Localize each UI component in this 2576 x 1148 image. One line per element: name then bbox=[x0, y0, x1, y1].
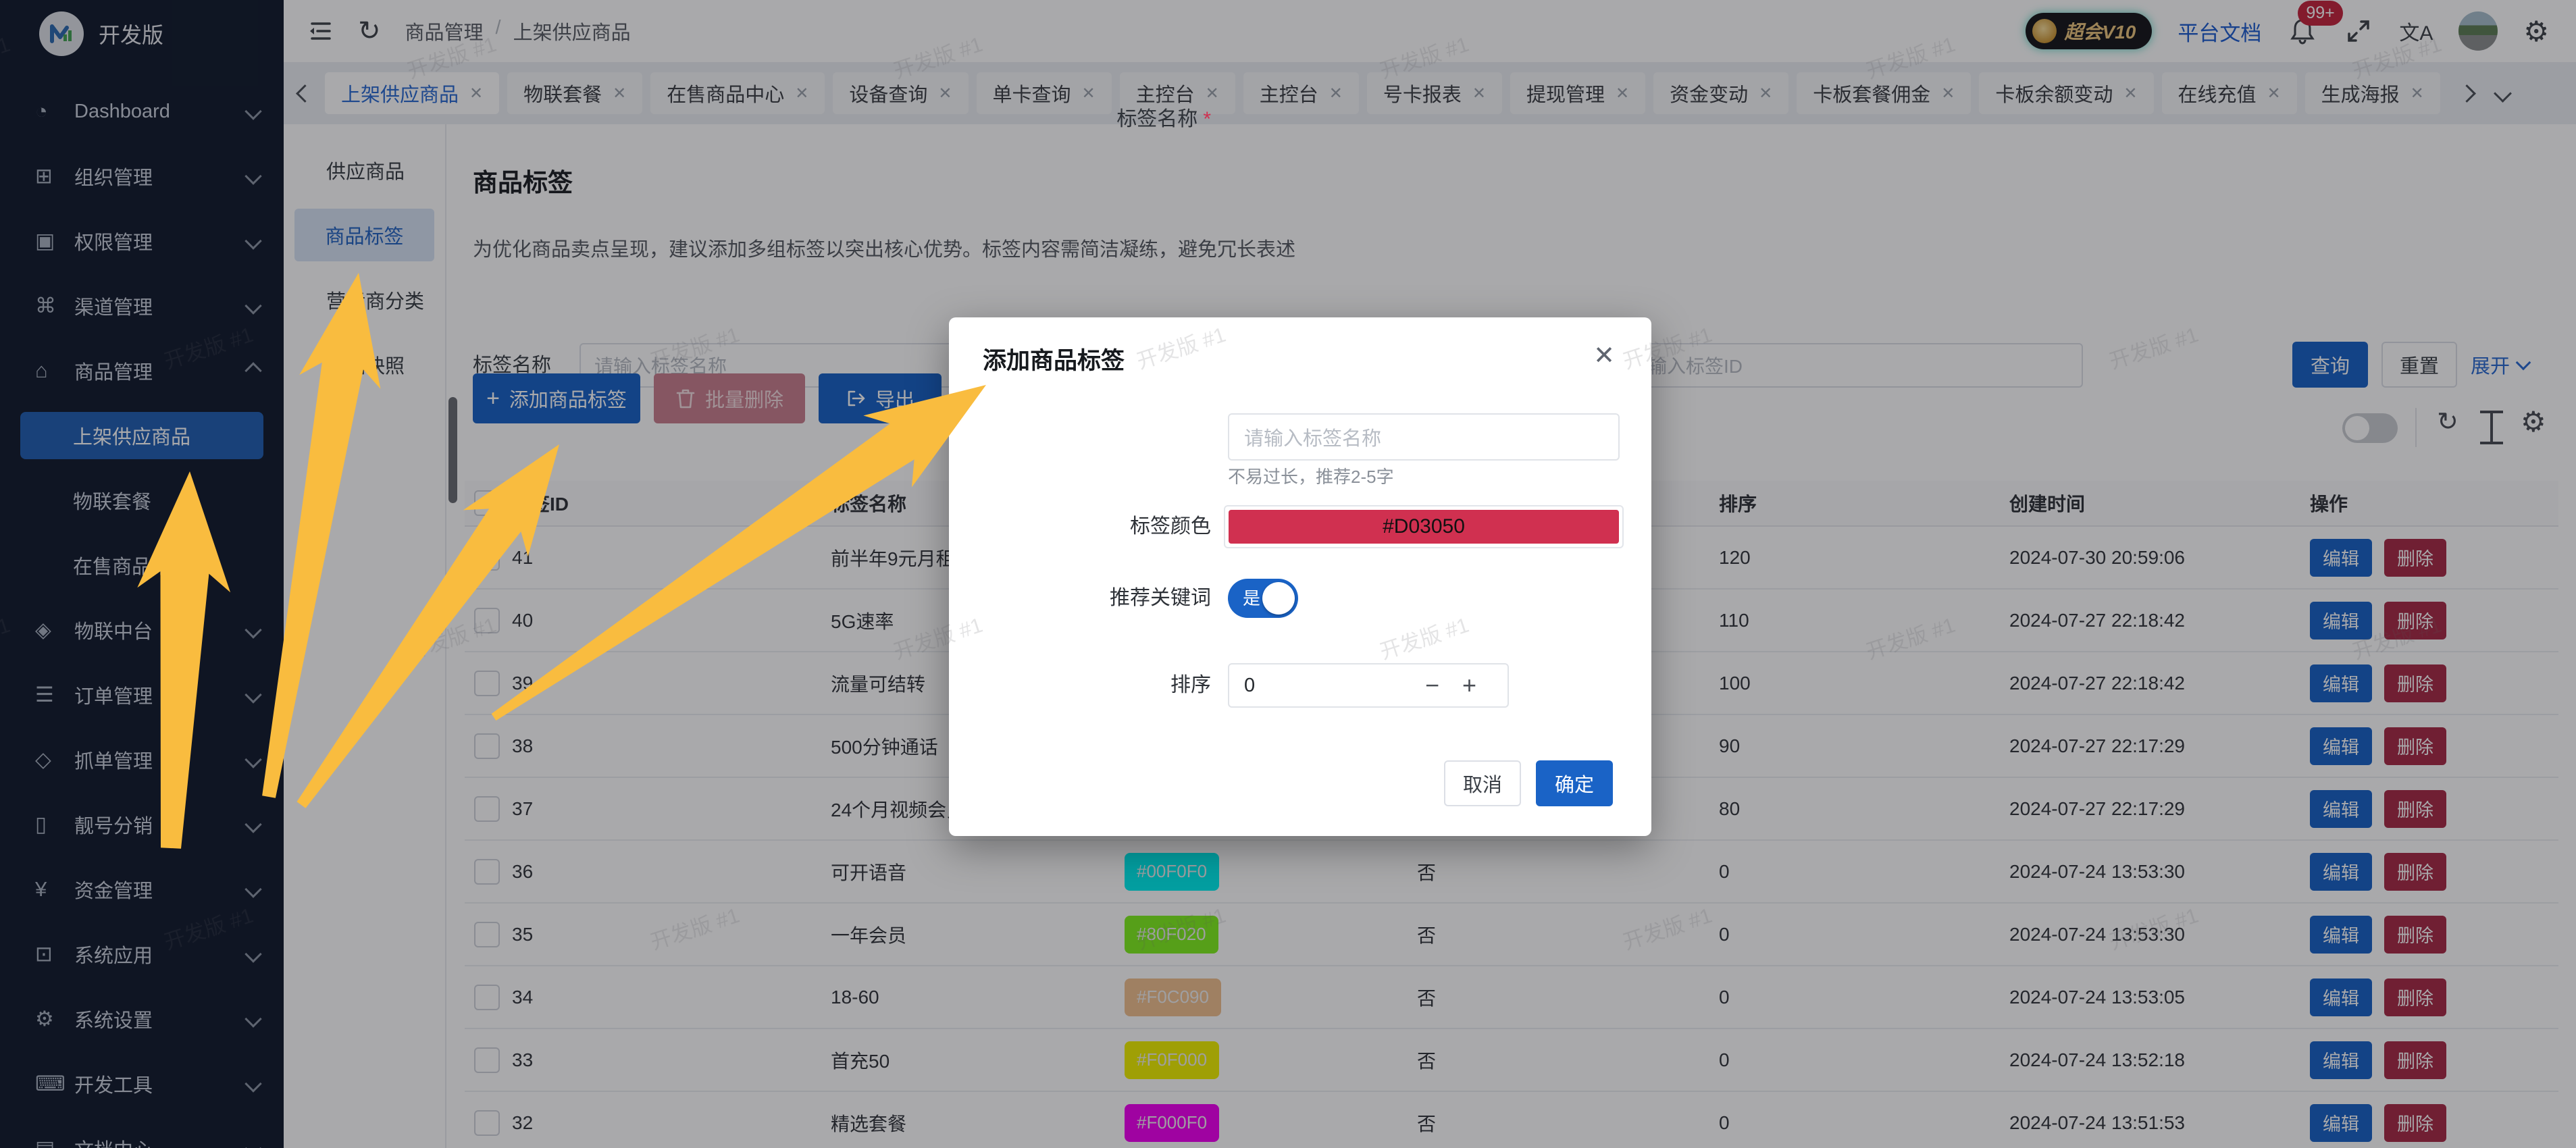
toggle-on-label: 是 bbox=[1243, 579, 1260, 618]
required-mark: * bbox=[1203, 108, 1211, 130]
stepper-minus-button[interactable]: − bbox=[1425, 671, 1439, 700]
sort-stepper: − + bbox=[1425, 663, 1476, 708]
sort-value: 0 bbox=[1244, 675, 1255, 697]
modal-name-placeholder: 请输入标签名称 bbox=[1244, 423, 1381, 451]
color-swatch: #D03050 bbox=[1229, 510, 1619, 544]
toggle-knob bbox=[1262, 582, 1295, 615]
modal-name-help: 不易过长，推荐2-5字 bbox=[1228, 463, 1394, 488]
cancel-button[interactable]: 取消 bbox=[1444, 760, 1521, 806]
modal-title: 添加商品标签 bbox=[983, 342, 1125, 376]
confirm-button[interactable]: 确定 bbox=[1536, 760, 1613, 806]
modal-keyword-label: 推荐关键词 bbox=[949, 579, 1211, 618]
modal-color-label: 标签颜色 bbox=[949, 505, 1211, 548]
modal-name-label: 标签名称* bbox=[949, 96, 1211, 143]
add-tag-modal: 添加商品标签 ✕ 标签名称* 请输入标签名称 不易过长，推荐2-5字 标签颜色 … bbox=[949, 317, 1651, 836]
close-icon[interactable]: ✕ bbox=[1593, 340, 1615, 371]
app-window: 开发版 ◔ Dashboard ⊞ 组织管理 ▣ 权限管理 ⌘ 渠道管理 ⌂ 商… bbox=[0, 0, 2576, 1148]
modal-sort-label: 排序 bbox=[949, 663, 1211, 708]
stepper-plus-button[interactable]: + bbox=[1462, 671, 1476, 700]
modal-name-input[interactable]: 请输入标签名称 bbox=[1228, 413, 1620, 461]
recommend-toggle[interactable]: 是 bbox=[1228, 579, 1298, 618]
modal-color-picker[interactable]: #D03050 bbox=[1224, 505, 1624, 548]
